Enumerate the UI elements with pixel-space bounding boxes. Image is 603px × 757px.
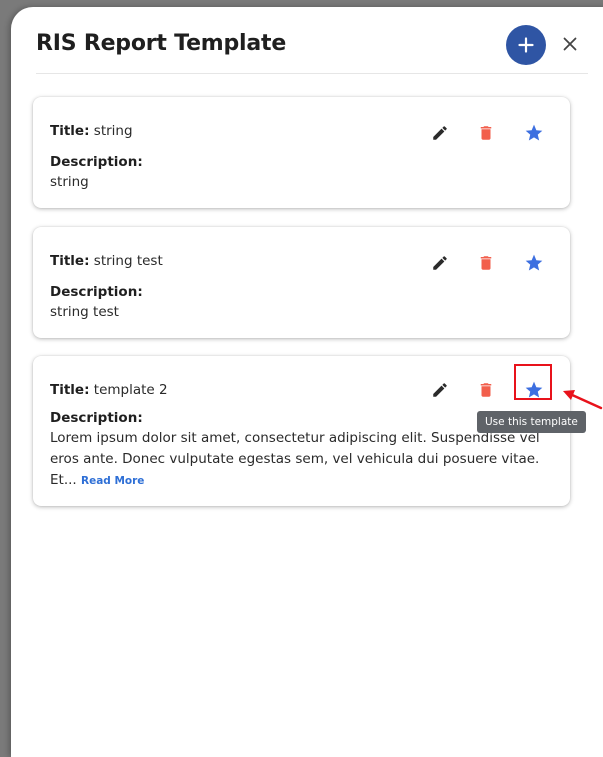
description-label: Description: bbox=[50, 154, 143, 170]
read-more-link[interactable]: Read More bbox=[81, 475, 144, 487]
template-title: Title: string bbox=[50, 123, 133, 139]
trash-icon bbox=[480, 256, 492, 270]
description-label: Description: bbox=[50, 284, 143, 300]
description-text: Lorem ipsum dolor sit amet, consectetur … bbox=[50, 430, 540, 488]
description-text: string test bbox=[50, 304, 119, 320]
use-template-button[interactable] bbox=[522, 121, 546, 145]
edit-button[interactable] bbox=[428, 121, 452, 145]
template-title: Title: template 2 bbox=[50, 382, 168, 398]
edit-button[interactable] bbox=[428, 378, 452, 402]
delete-button[interactable] bbox=[474, 251, 498, 275]
template-title: Title: string test bbox=[50, 253, 163, 269]
pencil-icon bbox=[433, 383, 447, 397]
template-card: Title: string test Description: string t… bbox=[33, 227, 570, 338]
tooltip: Use this template bbox=[477, 411, 586, 433]
star-icon bbox=[525, 124, 543, 141]
close-icon bbox=[563, 37, 577, 51]
trash-icon bbox=[480, 383, 492, 397]
description-label: Description: bbox=[50, 410, 143, 426]
dialog-header: RIS Report Template bbox=[11, 7, 603, 75]
delete-button[interactable] bbox=[474, 121, 498, 145]
trash-icon bbox=[480, 126, 492, 140]
pencil-icon bbox=[433, 126, 447, 140]
annotation-arrow-icon bbox=[563, 390, 603, 410]
dialog-title: RIS Report Template bbox=[36, 31, 287, 56]
close-button[interactable] bbox=[559, 33, 581, 55]
header-divider bbox=[36, 73, 588, 74]
use-template-button[interactable] bbox=[522, 251, 546, 275]
pencil-icon bbox=[433, 256, 447, 270]
annotation-highlight-box bbox=[514, 364, 552, 400]
add-template-button[interactable] bbox=[506, 25, 546, 65]
delete-button[interactable] bbox=[474, 378, 498, 402]
description-text: string bbox=[50, 174, 89, 190]
star-icon bbox=[525, 254, 543, 271]
plus-icon bbox=[518, 37, 534, 53]
template-card: Title: string Description: string bbox=[33, 97, 570, 208]
edit-button[interactable] bbox=[428, 251, 452, 275]
